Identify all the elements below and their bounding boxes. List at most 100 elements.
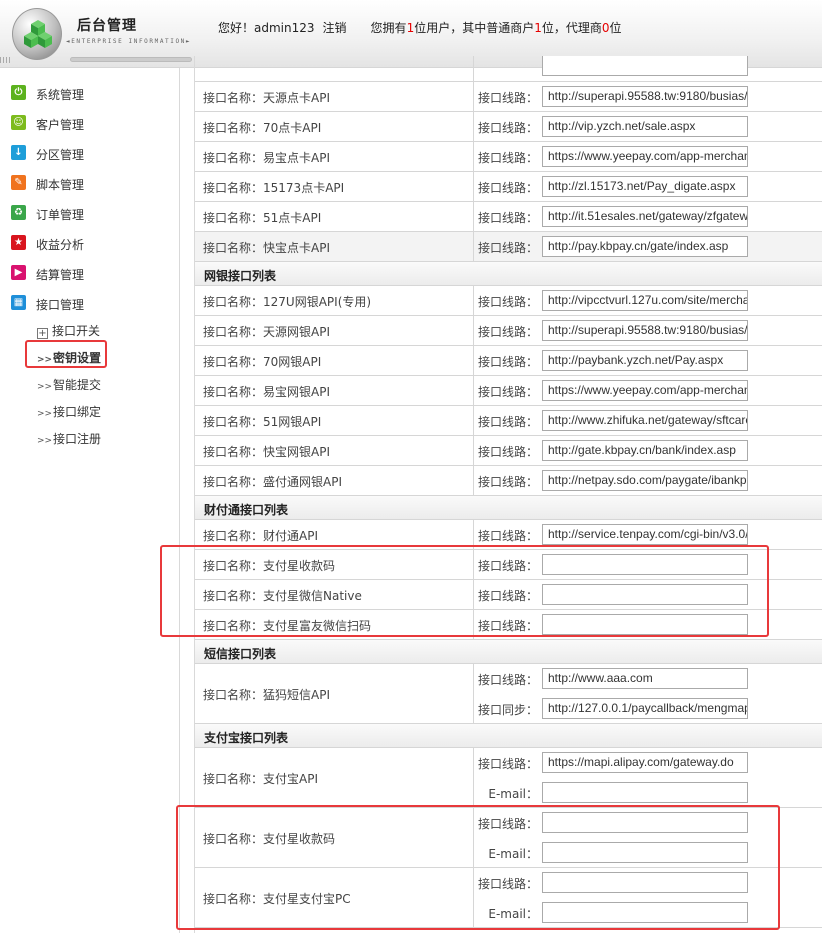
url-input[interactable]: http://pay.kbpay.cn/gate/index.asp bbox=[542, 236, 748, 257]
table-row: 接口名称：快宝网银API 接口线路： http://gate.kbpay.cn/… bbox=[195, 436, 822, 466]
sidebar-subitem-label: 接口注册 bbox=[53, 432, 102, 446]
sidebar-item-interfaces[interactable]: ▦ 接口管理 bbox=[11, 294, 171, 314]
interface-settings-panel: 接口名称：天源点卡API 接口线路： http://superapi.95588… bbox=[194, 56, 822, 933]
url-input[interactable]: http://it.51esales.net/gateway/zfgatew bbox=[542, 206, 748, 227]
url-input[interactable]: https://www.yeepay.com/app-merchan bbox=[542, 146, 748, 167]
logo-icon bbox=[12, 8, 62, 60]
url-input[interactable]: http://paybank.yzch.net/Pay.aspx bbox=[542, 350, 748, 371]
interface-name: 接口名称：70网银API bbox=[203, 355, 322, 369]
url-input[interactable] bbox=[542, 872, 748, 893]
sidebar-subitem-interface-binding[interactable]: >>接口绑定 bbox=[37, 403, 167, 421]
interface-name: 接口名称：支付星收款码 bbox=[203, 559, 336, 573]
section-header-sms: 短信接口列表 bbox=[195, 640, 822, 664]
sidebar-item-label: 分区管理 bbox=[36, 148, 85, 162]
sidebar-subitem-smart-submit[interactable]: >>智能提交 bbox=[37, 376, 167, 394]
sidebar-item-system[interactable]: ⏻ 系统管理 bbox=[11, 84, 171, 104]
interface-name: 接口名称：支付星微信Native bbox=[203, 589, 362, 603]
sidebar-subitem-key-settings[interactable]: >>密钥设置 bbox=[37, 349, 167, 367]
sidebar-item-label: 收益分析 bbox=[36, 238, 85, 252]
url-input[interactable]: http://vip.yzch.net/sale.aspx bbox=[542, 116, 748, 137]
sidebar-subitem-interface-switch[interactable]: + 接口开关 bbox=[37, 322, 167, 340]
url-input[interactable]: http://www.aaa.com bbox=[542, 668, 748, 689]
sidebar-subitem-label: 接口开关 bbox=[52, 324, 101, 338]
line-label: 接口线路： bbox=[477, 295, 538, 309]
line-label: 接口线路： bbox=[477, 355, 538, 369]
line-label: 接口线路： bbox=[477, 325, 538, 339]
url-input[interactable] bbox=[542, 812, 748, 833]
interface-name: 接口名称：易宝网银API bbox=[203, 385, 331, 399]
url-input[interactable]: http://superapi.95588.tw:9180/busias/ bbox=[542, 86, 748, 107]
sync-url-input[interactable]: http://127.0.0.1/paycallback/mengmap bbox=[542, 698, 748, 719]
table-row: 接口名称：财付通API 接口线路： http://service.tenpay.… bbox=[195, 520, 822, 550]
sidebar-subitem-label: 接口绑定 bbox=[53, 405, 102, 419]
section-header-bank: 网银接口列表 bbox=[195, 262, 822, 286]
sidebar-subitem-interface-register[interactable]: >>接口注册 bbox=[37, 430, 167, 448]
interface-name: 接口名称：15173点卡API bbox=[203, 181, 345, 195]
interface-name: 接口名称：猛犸短信API bbox=[203, 688, 331, 702]
stats-suffix: 位 bbox=[609, 21, 622, 35]
logout-link[interactable]: 注销 bbox=[323, 21, 347, 35]
table-row: 接口名称：70点卡API 接口线路： http://vip.yzch.net/s… bbox=[195, 112, 822, 142]
header-scroll-bar bbox=[0, 56, 205, 64]
sidebar-item-scripts[interactable]: ✎ 脚本管理 bbox=[11, 174, 171, 194]
interface-name: 接口名称：天源网银API bbox=[203, 325, 331, 339]
sync-label: 接口同步： bbox=[477, 703, 538, 717]
table-row: 接口名称：猛犸短信API 接口线路： http://www.aaa.com 接口… bbox=[195, 664, 822, 724]
sidebar-item-orders[interactable]: ♻ 订单管理 bbox=[11, 204, 171, 224]
url-input[interactable]: https://mapi.alipay.com/gateway.do bbox=[542, 752, 748, 773]
star-icon: ★ bbox=[11, 235, 26, 250]
url-input[interactable]: http://zl.15173.net/Pay_digate.aspx bbox=[542, 176, 748, 197]
url-input[interactable]: http://superapi.95588.tw:9180/busias/ bbox=[542, 320, 748, 341]
double-chevron-icon: >> bbox=[37, 382, 53, 392]
table-row: 接口名称：天源点卡API 接口线路： http://superapi.95588… bbox=[195, 82, 822, 112]
interface-name: 接口名称：财付通API bbox=[203, 529, 319, 543]
table-row bbox=[195, 56, 822, 82]
sidebar-item-partitions[interactable]: ↓ 分区管理 bbox=[11, 144, 171, 164]
url-input[interactable]: http://www.zhifuka.net/gateway/sftcarc bbox=[542, 410, 748, 431]
table-row: 接口名称：支付宝API 接口线路： https://mapi.alipay.co… bbox=[195, 748, 822, 808]
plus-box-icon: + bbox=[37, 328, 48, 339]
table-row: 接口名称：快宝点卡API 接口线路： http://pay.kbpay.cn/g… bbox=[195, 232, 822, 262]
grid-icon: ▦ bbox=[11, 295, 26, 310]
interface-name: 接口名称：快宝网银API bbox=[203, 445, 331, 459]
greeting-bar: 您好！admin123 注销 您拥有1位用户，其中普通商户1位，代理商0位 bbox=[218, 19, 622, 36]
stats-text-2: 位，代理商 bbox=[541, 21, 602, 35]
table-row: 接口名称：支付星收款码 接口线路： bbox=[195, 550, 822, 580]
table-row: 接口名称：51网银API 接口线路： http://www.zhifuka.ne… bbox=[195, 406, 822, 436]
power-icon: ⏻ bbox=[11, 85, 26, 100]
url-input[interactable] bbox=[542, 614, 748, 635]
interface-name: 接口名称：支付星支付宝PC bbox=[203, 892, 351, 906]
interface-name: 接口名称：70点卡API bbox=[203, 121, 322, 135]
sidebar-item-label: 接口管理 bbox=[36, 298, 85, 312]
sidebar-item-label: 系统管理 bbox=[36, 88, 85, 102]
table-row: 接口名称：127U网银API(专用) 接口线路： http://vipcctvu… bbox=[195, 286, 822, 316]
url-input[interactable] bbox=[542, 584, 748, 605]
sidebar-item-label: 订单管理 bbox=[36, 208, 85, 222]
sidebar-item-customers[interactable]: ☺ 客户管理 bbox=[11, 114, 171, 134]
email-input[interactable] bbox=[542, 782, 748, 803]
table-row: 接口名称：支付星富友微信扫码 接口线路： bbox=[195, 610, 822, 640]
line-label: 接口线路： bbox=[477, 475, 538, 489]
sidebar-subitem-label: 智能提交 bbox=[53, 378, 102, 392]
url-input[interactable]: https://www.yeepay.com/app-merchan bbox=[542, 380, 748, 401]
sidebar-item-label: 脚本管理 bbox=[36, 178, 85, 192]
download-icon: ↓ bbox=[11, 145, 26, 160]
url-input[interactable]: http://gate.kbpay.cn/bank/index.asp bbox=[542, 440, 748, 461]
email-input[interactable] bbox=[542, 902, 748, 923]
url-input[interactable]: http://service.tenpay.com/cgi-bin/v3.0/ bbox=[542, 524, 748, 545]
sidebar-subitem-label: 密钥设置 bbox=[53, 351, 102, 365]
line-label: 接口线路： bbox=[477, 529, 538, 543]
url-input[interactable] bbox=[542, 554, 748, 575]
line-label: 接口线路： bbox=[477, 757, 538, 771]
sidebar-item-settlement[interactable]: ▶ 结算管理 bbox=[11, 264, 171, 284]
app-subtitle: ◄ENTERPRISE INFORMATION► bbox=[66, 38, 192, 45]
pencil-icon: ✎ bbox=[11, 175, 26, 190]
sidebar-item-revenue[interactable]: ★ 收益分析 bbox=[11, 234, 171, 254]
table-row: 接口名称：易宝点卡API 接口线路： https://www.yeepay.co… bbox=[195, 142, 822, 172]
email-label: E-mail： bbox=[488, 907, 538, 921]
url-input[interactable]: http://netpay.sdo.com/paygate/ibankpa bbox=[542, 470, 748, 491]
url-input[interactable] bbox=[542, 56, 748, 76]
email-input[interactable] bbox=[542, 842, 748, 863]
url-input[interactable]: http://vipcctvurl.127u.com/site/mercha bbox=[542, 290, 748, 311]
stats-text: 位用户，其中普通商户 bbox=[414, 21, 535, 35]
